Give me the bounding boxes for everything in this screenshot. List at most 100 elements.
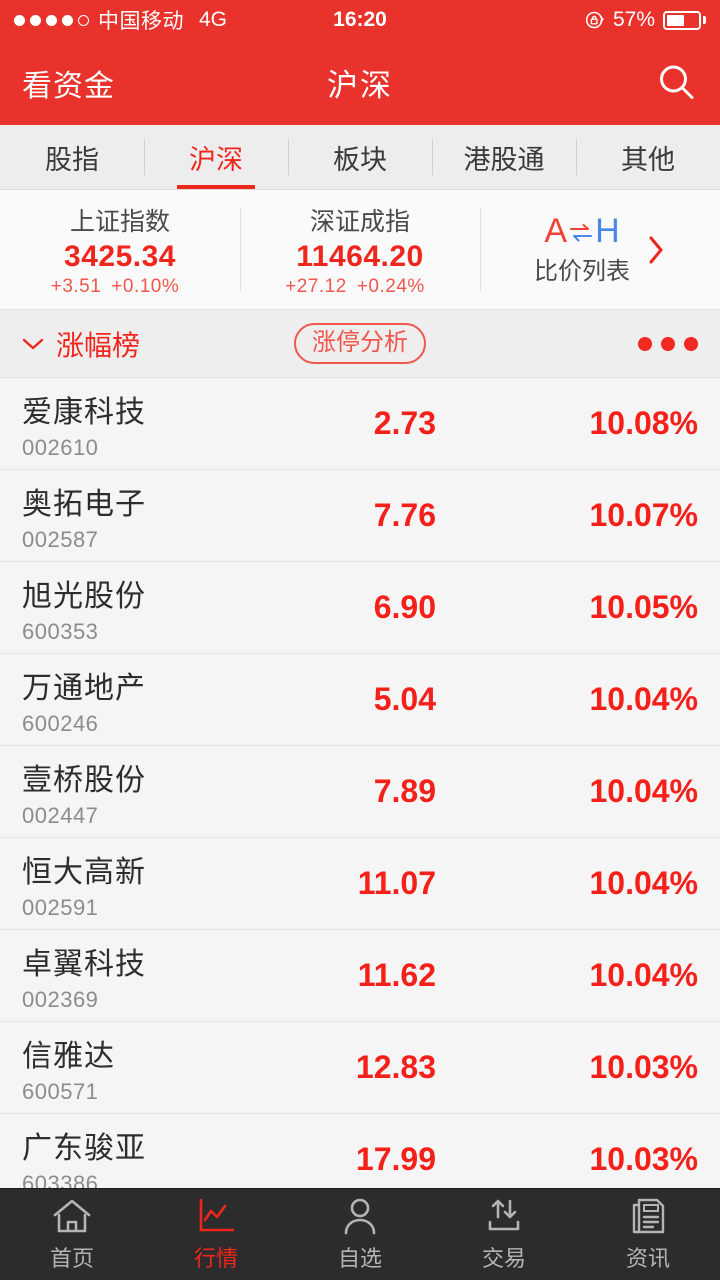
stock-price: 5.04 (373, 681, 436, 717)
index-card-shanghai[interactable]: 上证指数 3425.34 +3.51 +0.10% (0, 190, 240, 309)
home-icon (51, 1196, 93, 1236)
category-tab-strip[interactable]: 股指 沪深 板块 港股通 其他 (0, 125, 720, 190)
table-row[interactable]: 万通地产 600246 5.04 10.04% (0, 654, 720, 746)
stock-list[interactable]: 爱康科技 002610 2.73 10.08% 奥拓电子 002587 7.76 10.07%… (0, 378, 720, 1206)
table-row[interactable]: 爱康科技 002610 2.73 10.08% (0, 378, 720, 470)
table-row[interactable]: 卓翼科技 002369 11.62 10.04% (0, 930, 720, 1022)
stock-change-pct: 10.08% (589, 405, 698, 441)
battery-percent-label: 57% (612, 8, 655, 31)
stock-name: 信雅达 (22, 1039, 115, 1073)
bottom-tab-交易[interactable]: 交易 (432, 1189, 576, 1280)
stock-code: 600246 (22, 710, 99, 736)
stock-identity: 信雅达 600571 (22, 1031, 252, 1105)
stock-identity: 卓翼科技 002369 (22, 939, 252, 1013)
news-icon (627, 1196, 669, 1236)
stock-price: 6.90 (373, 589, 436, 625)
index-card-shenzhen[interactable]: 深证成指 11464.20 +27.12 +0.24% (240, 190, 480, 309)
tab-5[interactable]: 其他 (576, 125, 720, 189)
chart-icon (195, 1196, 237, 1236)
index-value: 11464.20 (296, 239, 424, 273)
tab-label: 股指 (45, 144, 99, 175)
ah-price-list-button[interactable]: A H 比价列表 (480, 190, 720, 309)
stock-price: 7.76 (373, 497, 436, 533)
stock-code: 002447 (22, 802, 99, 828)
chevron-down-icon (22, 337, 44, 351)
sort-label: 涨幅榜 (56, 329, 141, 361)
stock-price: 2.73 (373, 405, 436, 441)
index-name: 深证成指 (309, 207, 410, 236)
stock-identity: 万通地产 600246 (22, 663, 252, 737)
table-row[interactable]: 恒大高新 002591 11.07 10.04% (0, 838, 720, 930)
stock-change-pct: 10.07% (589, 497, 698, 533)
bottom-tab-自选[interactable]: 自选 (288, 1189, 432, 1280)
stock-identity: 恒大高新 002591 (22, 847, 252, 921)
stock-identity: 旭光股份 600353 (22, 571, 252, 645)
rotation-lock-icon (585, 10, 605, 30)
bottom-tab-label: 自选 (337, 1246, 382, 1271)
tab-label: 板块 (333, 144, 387, 175)
bottom-tab-行情[interactable]: 行情 (144, 1189, 288, 1280)
index-change-abs: +27.12 (285, 275, 347, 297)
stock-name: 奥拓电子 (22, 487, 146, 521)
stock-name: 卓翼科技 (22, 947, 146, 981)
tab-label: 其他 (621, 144, 675, 175)
transfer-icon (483, 1196, 525, 1236)
stock-code: 002369 (22, 986, 99, 1012)
tab-2[interactable]: 沪深 (144, 125, 288, 189)
signal-dot (78, 14, 89, 26)
ah-letter-h: H (595, 211, 620, 250)
stock-name: 万通地产 (22, 671, 146, 705)
stock-code: 002610 (22, 434, 99, 460)
nav-bar: 看资金 沪深 (0, 40, 720, 125)
stock-change-pct: 10.05% (589, 589, 698, 625)
stock-identity: 奥拓电子 002587 (22, 479, 252, 553)
stock-identity: 爱康科技 002610 (22, 387, 252, 461)
stock-price: 11.07 (357, 865, 436, 901)
tab-3[interactable]: 板块 (288, 125, 432, 189)
stock-name: 广东骏亚 (22, 1131, 146, 1165)
more-dots-icon[interactable] (638, 336, 698, 351)
limit-up-analysis-button[interactable]: 涨停分析 (294, 323, 426, 364)
stock-price: 12.83 (355, 1049, 436, 1085)
signal-dot (30, 14, 41, 26)
sort-toggle-button[interactable]: 涨幅榜 (22, 324, 140, 364)
stock-identity: 壹桥股份 002447 (22, 755, 252, 829)
signal-dot (46, 14, 57, 26)
two-way-arrow-icon (568, 218, 594, 244)
table-row[interactable]: 奥拓电子 002587 7.76 10.07% (0, 470, 720, 562)
index-change: +3.51 +0.10% (51, 276, 190, 298)
bottom-tab-bar[interactable]: 首页 行情 自选 交易 资讯 (0, 1188, 720, 1280)
stock-change-pct: 10.03% (589, 1141, 698, 1177)
carrier-label: 中国移动 (98, 10, 184, 33)
index-name: 上证指数 (69, 207, 170, 236)
tab-1[interactable]: 股指 (0, 125, 144, 189)
stock-price: 17.99 (355, 1141, 436, 1177)
stock-change-pct: 10.04% (589, 865, 698, 901)
status-bar: 中国移动 4G 16:20 57% (0, 0, 720, 40)
bottom-tab-label: 行情 (193, 1246, 238, 1271)
bottom-tab-资讯[interactable]: 资讯 (576, 1189, 720, 1280)
search-icon[interactable] (656, 62, 698, 104)
sort-bar: 涨幅榜 涨停分析 (0, 310, 720, 378)
bottom-tab-label: 首页 (49, 1246, 94, 1271)
ah-widget: A H 比价列表 (534, 214, 630, 286)
bottom-tab-label: 交易 (481, 1246, 526, 1271)
signal-dot (62, 14, 73, 26)
index-change-pct: +0.10% (111, 275, 180, 297)
ah-logo: A H (544, 214, 619, 248)
table-row[interactable]: 旭光股份 600353 6.90 10.05% (0, 562, 720, 654)
chevron-right-icon (646, 233, 666, 267)
stock-code: 600571 (22, 1078, 99, 1104)
signal-strength-icon (14, 14, 89, 26)
bottom-tab-label: 资讯 (625, 1246, 670, 1271)
stock-price: 11.62 (357, 957, 436, 993)
tab-label: 沪深 (189, 144, 243, 175)
stock-code: 600353 (22, 618, 99, 644)
tab-4[interactable]: 港股通 (432, 125, 576, 189)
capital-flow-button[interactable]: 看资金 (22, 61, 115, 105)
index-summary-panel: 上证指数 3425.34 +3.51 +0.10% 深证成指 11464.20 +… (0, 190, 720, 310)
table-row[interactable]: 壹桥股份 002447 7.89 10.04% (0, 746, 720, 838)
network-type-label: 4G (199, 8, 228, 31)
table-row[interactable]: 信雅达 600571 12.83 10.03% (0, 1022, 720, 1114)
bottom-tab-首页[interactable]: 首页 (0, 1189, 144, 1280)
